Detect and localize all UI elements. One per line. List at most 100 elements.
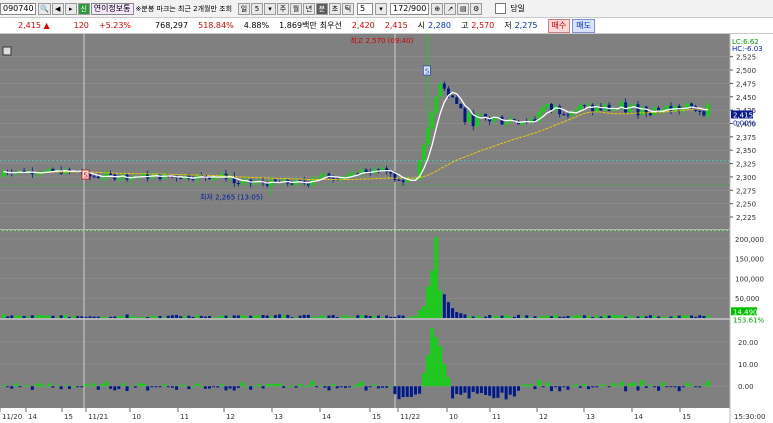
osc-bar bbox=[603, 385, 607, 387]
osc-bar bbox=[541, 386, 545, 388]
candle bbox=[422, 144, 426, 161]
candlestick-chart[interactable]: 2,5252,5002,4752,4502,4252,4002,3752,350… bbox=[0, 34, 773, 423]
volume-bar bbox=[121, 316, 125, 318]
candle bbox=[92, 176, 96, 178]
volume-bar bbox=[397, 315, 401, 318]
price-tick-label: 2,225 bbox=[736, 214, 756, 222]
volume-bar bbox=[591, 316, 595, 318]
osc-bar bbox=[282, 386, 286, 388]
candle bbox=[459, 103, 463, 109]
period-second[interactable]: 초 bbox=[329, 2, 342, 15]
osc-bar bbox=[323, 386, 327, 388]
volume-bar bbox=[479, 317, 483, 318]
volume-bar bbox=[47, 315, 51, 318]
period-week[interactable]: 주 bbox=[277, 2, 290, 15]
stock-code-input[interactable]: 090740 bbox=[0, 2, 36, 15]
period-day[interactable]: 일 bbox=[238, 2, 251, 15]
volume-bar bbox=[146, 316, 150, 318]
candle bbox=[426, 128, 430, 145]
candle bbox=[685, 103, 689, 108]
volume-bar bbox=[640, 315, 644, 318]
volume-bar bbox=[34, 315, 38, 318]
period-tick[interactable]: 틱 bbox=[342, 2, 355, 15]
gear-icon[interactable]: ⚙ bbox=[470, 2, 483, 15]
volume-bar bbox=[129, 315, 133, 318]
stock-name-field[interactable]: 연이정보통 bbox=[90, 2, 134, 15]
osc-bar bbox=[203, 386, 207, 389]
period-year[interactable]: 년 bbox=[303, 2, 316, 15]
osc-tick-label: 10.00 bbox=[738, 361, 758, 369]
candle bbox=[702, 111, 706, 116]
candle bbox=[100, 177, 104, 179]
osc-bar bbox=[137, 383, 141, 387]
volume-bar bbox=[105, 316, 108, 318]
osc-bar bbox=[10, 386, 14, 389]
osc-bar bbox=[566, 386, 570, 390]
candle bbox=[331, 178, 335, 180]
interval-select[interactable]: 5 bbox=[357, 2, 374, 15]
volume-bar bbox=[302, 314, 306, 318]
period-count[interactable]: 5 bbox=[251, 2, 264, 15]
sound-icon[interactable]: ◀ bbox=[51, 2, 64, 15]
osc-bar bbox=[558, 386, 562, 392]
bar-count-input[interactable]: 172/900 bbox=[390, 2, 430, 15]
save-icon[interactable]: ▤ bbox=[457, 2, 470, 15]
time-tick-label: 11/22 bbox=[400, 413, 420, 421]
osc-bar bbox=[442, 364, 446, 387]
buy-button[interactable]: 매수 bbox=[547, 18, 571, 33]
osc-bar bbox=[26, 385, 30, 387]
osc-bar bbox=[397, 386, 401, 400]
osc-bar bbox=[673, 386, 677, 388]
osc-bar bbox=[34, 384, 38, 387]
volume-bar bbox=[570, 316, 574, 318]
zoom-icon[interactable]: ⊕ bbox=[431, 2, 444, 15]
period-month[interactable]: 월 bbox=[290, 2, 303, 15]
osc-bar bbox=[105, 381, 108, 387]
prev-next-icon[interactable]: ▸ bbox=[64, 2, 77, 15]
candle bbox=[96, 176, 100, 179]
quote-bar: 2,415 ▲ 120 +5.23% 768,297 518.84% 4.88%… bbox=[0, 18, 773, 34]
chevron-down-icon[interactable]: ▾ bbox=[264, 2, 277, 15]
signal-marker-d-label: S bbox=[84, 172, 89, 180]
volume-bar bbox=[30, 315, 34, 318]
osc-bar bbox=[39, 383, 43, 387]
candle bbox=[397, 179, 401, 181]
osc-bar bbox=[67, 386, 71, 389]
osc-bar bbox=[624, 386, 628, 392]
volume-bar bbox=[109, 316, 113, 318]
period-minute[interactable]: 분 bbox=[316, 2, 329, 15]
chevron-down-icon[interactable]: ▾ bbox=[375, 2, 388, 15]
osc-bar bbox=[652, 386, 656, 388]
search-icon[interactable]: 🔍 bbox=[38, 2, 51, 15]
osc-bar bbox=[401, 386, 405, 398]
candle bbox=[587, 104, 591, 106]
volume-bar bbox=[63, 314, 67, 318]
volume-bar bbox=[488, 314, 492, 318]
high-label: 고 bbox=[460, 21, 469, 30]
volume-bar bbox=[451, 308, 455, 318]
candle bbox=[463, 108, 467, 123]
osc-bar bbox=[607, 386, 611, 388]
today-checkbox[interactable] bbox=[495, 3, 507, 14]
osc-bar bbox=[224, 386, 228, 391]
volume-bar bbox=[636, 316, 640, 318]
osc-bar bbox=[368, 386, 372, 388]
osc-bar bbox=[245, 386, 249, 388]
volume-bar bbox=[133, 316, 137, 318]
volume-bar bbox=[595, 315, 599, 318]
arrow-icon[interactable]: ↗ bbox=[444, 2, 457, 15]
osc-bar bbox=[632, 382, 636, 387]
volume-bar bbox=[253, 315, 257, 318]
volume-bar bbox=[331, 315, 335, 318]
osc-bar bbox=[2, 384, 5, 387]
volume-bar bbox=[706, 315, 710, 318]
last-volume-label: 14,490 bbox=[733, 308, 758, 316]
volume-bar bbox=[615, 315, 619, 318]
new-listing-badge: 신 bbox=[77, 2, 90, 15]
volume-bar bbox=[335, 316, 339, 318]
osc-bar bbox=[63, 385, 67, 387]
plot-area bbox=[0, 34, 730, 408]
sell-button[interactable]: 매도 bbox=[572, 18, 595, 33]
osc-bar bbox=[364, 386, 368, 391]
osc-tick-label: 20.00 bbox=[738, 339, 758, 347]
